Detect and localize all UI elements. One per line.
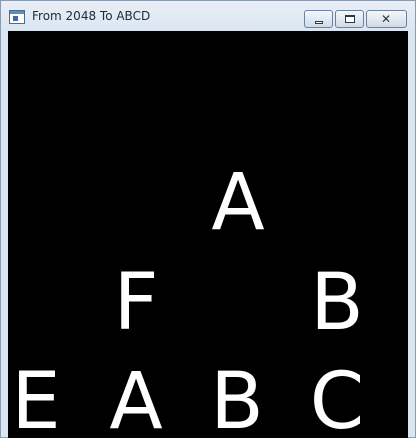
window-title: From 2048 To ABCD (32, 9, 151, 23)
app-window: From 2048 To ABCD ✕ A F B E A B C (0, 0, 416, 438)
minimize-icon (315, 21, 323, 24)
close-button[interactable]: ✕ (366, 10, 407, 28)
tile-r0-c2: A (211, 158, 265, 248)
tile-r2-c3: C (309, 357, 365, 438)
app-window-icon[interactable] (9, 10, 25, 24)
tile-r1-c3: B (310, 258, 364, 348)
maximize-icon (345, 15, 355, 23)
tile-r2-c2: B (210, 357, 264, 438)
tile-r1-c1: F (113, 258, 159, 348)
maximize-button[interactable] (335, 10, 364, 28)
close-icon: ✕ (381, 12, 392, 26)
game-board[interactable]: A F B E A B C (8, 31, 408, 438)
title-bar[interactable]: From 2048 To ABCD ✕ (1, 1, 415, 31)
minimize-button[interactable] (304, 10, 333, 28)
tile-r2-c1: A (109, 357, 163, 438)
tile-r2-c0: E (11, 357, 61, 438)
window-controls: ✕ (304, 10, 407, 28)
